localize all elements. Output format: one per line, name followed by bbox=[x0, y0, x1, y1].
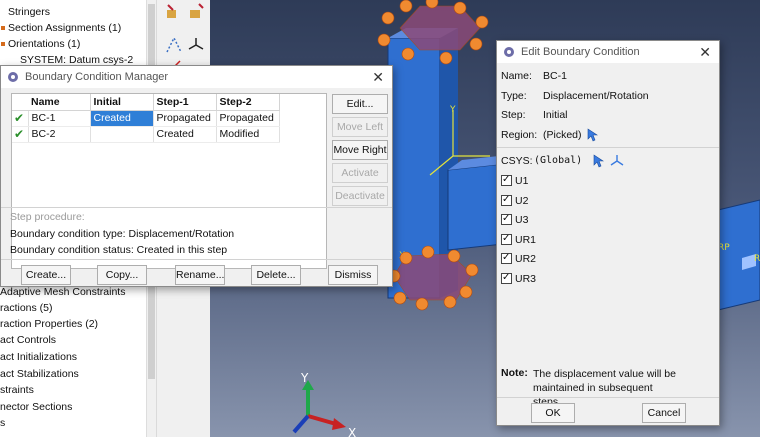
triad-z-axis bbox=[292, 414, 310, 434]
edit-button[interactable]: Edit... bbox=[332, 94, 388, 114]
bc-initial-cell[interactable]: Created bbox=[90, 110, 154, 127]
r-label: R bbox=[754, 254, 760, 264]
datum-y-label: Y bbox=[449, 105, 456, 115]
bc-table: Name Initial Step-1 Step-2 ✔ BC-1 Create… bbox=[11, 93, 327, 269]
name-value: BC-1 bbox=[543, 70, 567, 82]
step-label: Step: bbox=[501, 109, 526, 121]
close-icon[interactable]: ✕ bbox=[372, 66, 384, 88]
triad-x-arrow bbox=[332, 418, 346, 430]
triad-y-label: Y bbox=[300, 371, 309, 385]
delete-button[interactable]: Delete... bbox=[251, 265, 301, 285]
bc-name-cell[interactable]: BC-2 bbox=[28, 126, 91, 143]
u1-checkbox[interactable]: U1 bbox=[501, 173, 528, 188]
tree-item-orientations[interactable]: Orientations (1) bbox=[0, 36, 80, 52]
type-value: Displacement/Rotation bbox=[543, 90, 649, 102]
datum-csys-icon[interactable] bbox=[187, 36, 205, 54]
tree-bullet-icon bbox=[1, 25, 5, 30]
tree-item-contact-controls[interactable]: act Controls bbox=[0, 332, 56, 348]
bc-manager-title: Boundary Condition Manager bbox=[25, 71, 169, 83]
csys-create-icon[interactable] bbox=[610, 154, 624, 168]
tree-item-constraints[interactable]: straints bbox=[0, 382, 34, 398]
divider bbox=[1, 207, 392, 208]
note-label: Note: bbox=[501, 367, 528, 379]
bc-create-icon[interactable] bbox=[165, 2, 183, 20]
abaqus-icon bbox=[504, 47, 514, 57]
csys-pick-cursor-icon[interactable] bbox=[593, 154, 605, 168]
ur3-checkbox[interactable]: UR3 bbox=[501, 271, 536, 286]
bc-initial-cell[interactable] bbox=[90, 126, 154, 143]
csys-value: (Global) bbox=[534, 155, 583, 166]
col-name: Name bbox=[28, 94, 91, 111]
tree-item-connector-sections[interactable]: nector Sections bbox=[0, 399, 72, 415]
bc-table-header: Name Initial Step-1 Step-2 bbox=[12, 94, 280, 111]
dismiss-button[interactable]: Dismiss bbox=[328, 265, 378, 285]
tree-item-fields[interactable]: s bbox=[0, 415, 5, 431]
step-procedure-label: Step procedure: bbox=[10, 211, 85, 223]
divider bbox=[497, 147, 719, 148]
checkbox-icon[interactable] bbox=[501, 251, 512, 264]
bc-type-text: Boundary condition type: Displacement/Ro… bbox=[10, 228, 235, 240]
bc-manager-titlebar[interactable]: Boundary Condition Manager ✕ bbox=[1, 66, 392, 88]
abaqus-icon bbox=[8, 72, 18, 82]
col-initial: Initial bbox=[90, 94, 154, 111]
u2-checkbox[interactable]: U2 bbox=[501, 193, 528, 208]
create-button[interactable]: Create... bbox=[21, 265, 71, 285]
bc-manager-dialog: Boundary Condition Manager ✕ Name Initia… bbox=[0, 65, 393, 287]
ur1-checkbox[interactable]: UR1 bbox=[501, 232, 536, 247]
checkbox-icon[interactable] bbox=[501, 212, 512, 225]
predefined-field-icon[interactable] bbox=[165, 36, 183, 54]
bc-manager-icon[interactable] bbox=[187, 2, 205, 20]
tree-item-contact-stabilizations[interactable]: act Stabilizations bbox=[0, 366, 79, 382]
rename-button[interactable]: Rename... bbox=[175, 265, 225, 285]
bc-step1-cell[interactable]: Propagated bbox=[153, 110, 217, 127]
ok-button[interactable]: OK bbox=[531, 403, 575, 423]
bc-step2-cell[interactable]: Modified bbox=[216, 126, 280, 143]
tree-item-interaction-properties[interactable]: raction Properties (2) bbox=[0, 316, 98, 332]
move-left-button[interactable]: Move Left bbox=[332, 117, 388, 137]
triad-x-axis bbox=[307, 414, 337, 426]
edit-bc-titlebar[interactable]: Edit Boundary Condition ✕ bbox=[497, 41, 719, 63]
tree-item-section-assignments[interactable]: Section Assignments (1) bbox=[0, 20, 121, 36]
checkbox-icon[interactable] bbox=[501, 232, 512, 245]
divider bbox=[1, 259, 392, 260]
type-label: Type: bbox=[501, 90, 527, 102]
active-check-icon[interactable]: ✔ bbox=[12, 126, 29, 143]
table-row[interactable]: ✔ BC-2 Created Modified bbox=[12, 126, 280, 143]
edit-bc-dialog: Edit Boundary Condition ✕ Name: BC-1 Typ… bbox=[496, 40, 720, 426]
move-right-button[interactable]: Move Right bbox=[332, 140, 388, 160]
bc-markers-bottom bbox=[387, 245, 479, 311]
copy-button[interactable]: Copy... bbox=[97, 265, 147, 285]
region-label: Region: bbox=[501, 129, 538, 141]
edit-bc-title: Edit Boundary Condition bbox=[521, 46, 640, 58]
tree-item-interactions[interactable]: ractions (5) bbox=[0, 300, 53, 316]
col-step2: Step-2 bbox=[216, 94, 280, 111]
ur2-checkbox[interactable]: UR2 bbox=[501, 251, 536, 266]
region-value: (Picked) bbox=[543, 129, 582, 141]
tree-item-contact-initializations[interactable]: act Initializations bbox=[0, 349, 77, 365]
region-pick-cursor-icon[interactable] bbox=[587, 128, 599, 142]
bc-step2-cell[interactable]: Propagated bbox=[216, 110, 280, 127]
bc-step1-cell[interactable]: Created bbox=[153, 126, 217, 143]
checkbox-icon[interactable] bbox=[501, 173, 512, 186]
col-step1: Step-1 bbox=[153, 94, 217, 111]
deactivate-button[interactable]: Deactivate bbox=[332, 186, 388, 206]
name-label: Name: bbox=[501, 70, 532, 82]
table-row[interactable]: ✔ BC-1 Created Propagated Propagated bbox=[12, 110, 280, 127]
u3-checkbox[interactable]: U3 bbox=[501, 212, 528, 227]
activate-button[interactable]: Activate bbox=[332, 163, 388, 183]
cancel-button[interactable]: Cancel bbox=[642, 403, 686, 423]
csys-label: CSYS: bbox=[501, 155, 533, 167]
tree-bullet-icon bbox=[1, 41, 5, 46]
active-check-icon[interactable]: ✔ bbox=[12, 110, 29, 127]
bc-status-text: Boundary condition status: Created in th… bbox=[10, 244, 228, 256]
bc-name-cell[interactable]: BC-1 bbox=[28, 110, 91, 127]
checkbox-icon[interactable] bbox=[501, 271, 512, 284]
triad-x-label: X bbox=[348, 426, 356, 437]
close-icon[interactable]: ✕ bbox=[699, 41, 711, 63]
divider bbox=[497, 397, 719, 398]
step-value: Initial bbox=[543, 109, 568, 121]
checkbox-icon[interactable] bbox=[501, 193, 512, 206]
tree-item-stringers[interactable]: Stringers bbox=[8, 4, 50, 20]
